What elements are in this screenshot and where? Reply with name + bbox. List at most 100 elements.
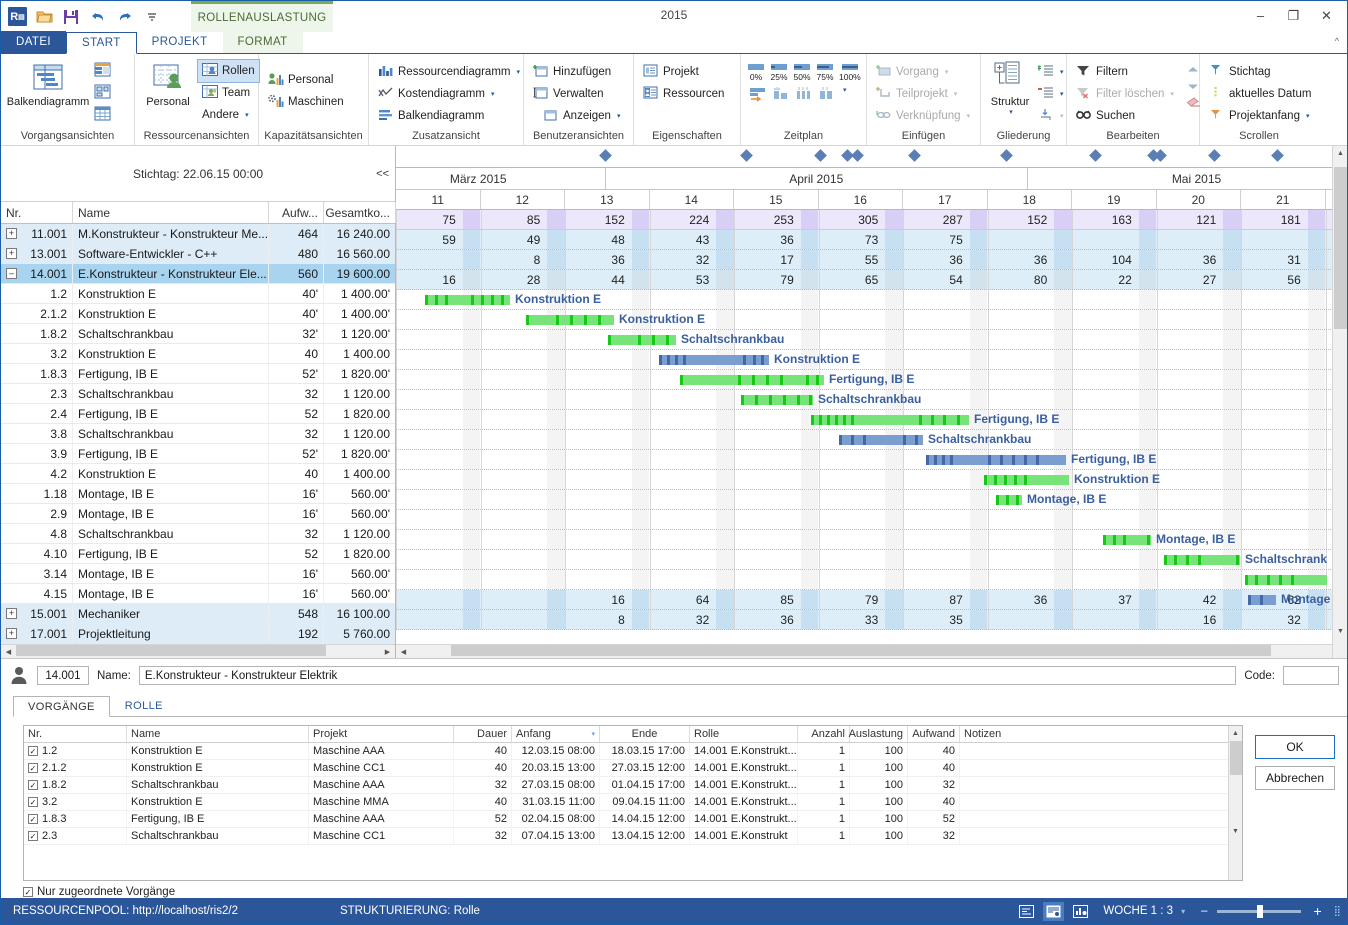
tab-start[interactable]: START <box>66 32 137 54</box>
table-row[interactable]: 3.8Schaltschrankbau321 120.00 <box>1 424 395 444</box>
collapse-button[interactable]: ▾ <box>1036 105 1066 127</box>
level-icon[interactable] <box>772 86 790 105</box>
hscroll-thumb[interactable] <box>16 645 326 656</box>
tab-datei[interactable]: DATEI <box>1 31 66 53</box>
detail-column-rolle[interactable]: Rolle <box>690 726 798 742</box>
zoom-in-button[interactable]: + <box>1307 903 1327 919</box>
personal-capacity-button[interactable]: Personal <box>264 69 348 91</box>
table-row[interactable]: +13.001Software-Entwickler - C++48016 56… <box>1 244 395 264</box>
gantt-row[interactable]: Konstruktion E <box>396 470 1347 490</box>
milestone-marker[interactable] <box>908 149 921 162</box>
gantt-row[interactable]: Konstruktion E <box>396 310 1347 330</box>
milestone-marker[interactable] <box>1089 149 1102 162</box>
expander-icon[interactable]: – <box>6 268 17 279</box>
balkendiagramm-button[interactable]: Balkendiagramm <box>6 59 90 110</box>
level-selection-icon[interactable] <box>818 86 836 105</box>
resource-name-field[interactable]: E.Konstrukteur - Konstrukteur Elektrik <box>139 666 1236 685</box>
cancel-button[interactable]: Abbrechen <box>1255 766 1335 790</box>
milestone-marker[interactable] <box>1271 149 1284 162</box>
table-row[interactable]: 1.2Konstruktion E40'1 400.00' <box>1 284 395 304</box>
gantt-row[interactable]: Konstruktion E <box>396 350 1347 370</box>
maximize-button[interactable]: ❐ <box>1277 3 1310 28</box>
row-checkbox-icon[interactable]: ✓ <box>28 831 38 841</box>
tab-format[interactable]: FORMAT <box>223 31 303 53</box>
milestone-marker[interactable] <box>1000 149 1013 162</box>
gantt-scroll-down-icon[interactable]: ▼ <box>1333 624 1347 639</box>
only-assigned-tasks-checkbox[interactable]: ✓ Nur zugeordnete Vorgänge <box>23 886 1347 898</box>
zoom-caret-icon[interactable]: ▾ <box>1181 907 1185 916</box>
code-field[interactable] <box>1283 666 1339 685</box>
gantt-row[interactable]: Fertigung, IB E <box>396 410 1347 430</box>
table-row[interactable]: 2.1.2Konstruktion E40'1 400.00' <box>1 304 395 324</box>
milestone-marker[interactable] <box>599 149 612 162</box>
gantt-row[interactable] <box>396 510 1347 530</box>
list-item[interactable]: ✓1.8.3Fertigung, IB EMaschine AAA5202.04… <box>24 811 1242 828</box>
row-checkbox-icon[interactable]: ✓ <box>28 763 38 773</box>
list-item[interactable]: ✓1.2Konstruktion EMaschine AAA4012.03.15… <box>24 743 1242 760</box>
gantt-bar[interactable] <box>839 435 923 445</box>
gantt-row[interactable] <box>396 570 1347 590</box>
gantt-hscrollbar[interactable]: ◀ ▶ <box>396 644 1347 658</box>
gantt-bar[interactable] <box>1164 555 1240 565</box>
ok-button[interactable]: OK <box>1255 735 1335 759</box>
scroll-right-icon[interactable]: ▶ <box>380 645 395 658</box>
gantt-bar[interactable] <box>984 475 1069 485</box>
kostendiagramm-button[interactable]: Kostendiagramm ▾ <box>374 83 524 105</box>
detail-column-projekt[interactable]: Projekt <box>309 726 454 742</box>
gantt-bar[interactable] <box>1245 575 1327 585</box>
gantt-bar[interactable] <box>1103 535 1151 545</box>
gantt-row[interactable]: Fertigung, IB E <box>396 450 1347 470</box>
table-row[interactable]: 1.8.2Schaltschrankbau32'1 120.00' <box>1 324 395 344</box>
gantt-hscroll-thumb[interactable] <box>451 645 1271 656</box>
stichtag-scroll-button[interactable]: Stichtag <box>1205 61 1315 83</box>
gantt-vscroll-thumb[interactable] <box>1334 167 1347 329</box>
gantt-row[interactable]: Schaltschrankbau <box>396 330 1347 350</box>
zoom-slider-thumb[interactable] <box>1257 905 1263 918</box>
table-row[interactable]: 2.4Fertigung, IB E521 820.00 <box>1 404 395 424</box>
collapse-pane-button[interactable]: << <box>376 168 389 180</box>
gantt-row[interactable]: 7585152224253305287152163121181 <box>396 210 1347 230</box>
list-item[interactable]: ✓1.8.2SchaltschrankbauMaschine AAA3227.0… <box>24 777 1242 794</box>
table-row[interactable]: +15.001Mechaniker54816 100.00 <box>1 604 395 624</box>
outdent-button[interactable]: ▾ <box>1036 83 1066 105</box>
andere-menu-button[interactable]: Andere ▾ <box>198 104 259 126</box>
gantt-row[interactable]: 83632175536361043631 <box>396 250 1347 270</box>
anzeigen-button[interactable]: Anzeigen ▾ <box>529 105 624 127</box>
gantt-scroll-left-icon[interactable]: ◀ <box>396 645 411 658</box>
gantt-vscrollbar[interactable]: ▲ ▼ <box>1332 146 1347 658</box>
filter-loeschen-button[interactable]: Filter löschen ▾ <box>1072 83 1178 105</box>
filtern-button[interactable]: Filtern <box>1072 61 1178 83</box>
gantt-row[interactable]: 59494843367375 <box>396 230 1347 250</box>
table-row[interactable]: 2.9Montage, IB E16'560.00' <box>1 504 395 524</box>
task-sheet-button[interactable] <box>92 103 112 125</box>
resource-id-field[interactable]: 14.001 <box>37 666 89 685</box>
chevron-down-icon[interactable]: ▾ <box>843 86 847 105</box>
milestone-marker[interactable] <box>851 149 864 162</box>
aktuelles-datum-button[interactable]: aktuelles Datum <box>1205 83 1315 105</box>
team-button[interactable]: Team <box>198 82 259 104</box>
table-row[interactable]: 3.9Fertigung, IB E52'1 820.00' <box>1 444 395 464</box>
gantt-bar[interactable] <box>659 355 769 365</box>
view-gantt-icon[interactable] <box>1016 902 1037 921</box>
zusatz-balkendiagramm-button[interactable]: Balkendiagramm <box>374 105 524 127</box>
row-checkbox-icon[interactable]: ✓ <box>28 780 38 790</box>
gantt-row[interactable]: Fertigung, IB E <box>396 370 1347 390</box>
assignments-vscrollbar[interactable]: ▲ ▼ <box>1228 726 1242 880</box>
view-usage-icon[interactable] <box>1043 902 1064 921</box>
gantt-bar[interactable] <box>680 375 824 385</box>
tab-projekt[interactable]: PROJEKT <box>137 31 223 53</box>
gantt-scroll-up-icon[interactable]: ▲ <box>1333 146 1347 161</box>
level-all-icon[interactable] <box>795 86 813 105</box>
progress-75-button[interactable]: 75% <box>815 63 835 82</box>
table-row[interactable]: 4.2Konstruktion E401 400.00 <box>1 464 395 484</box>
scroll-left-icon[interactable]: ◀ <box>1 645 16 658</box>
table-row[interactable]: 3.14Montage, IB E16'560.00' <box>1 564 395 584</box>
projekt-properties-button[interactable]: Projekt <box>639 61 728 83</box>
ressourcendiagramm-button[interactable]: Ressourcendiagramm ▾ <box>374 61 524 83</box>
view-chart-icon[interactable] <box>1070 902 1091 921</box>
detail-column-anzahl[interactable]: Anzahl <box>798 726 850 742</box>
struktur-button[interactable]: Struktur ▾ <box>986 59 1034 118</box>
split-task-icon[interactable] <box>749 86 767 105</box>
table-row[interactable]: 1.18Montage, IB E16'560.00' <box>1 484 395 504</box>
gantt-row[interactable]: Schaltschrankbau <box>396 430 1347 450</box>
